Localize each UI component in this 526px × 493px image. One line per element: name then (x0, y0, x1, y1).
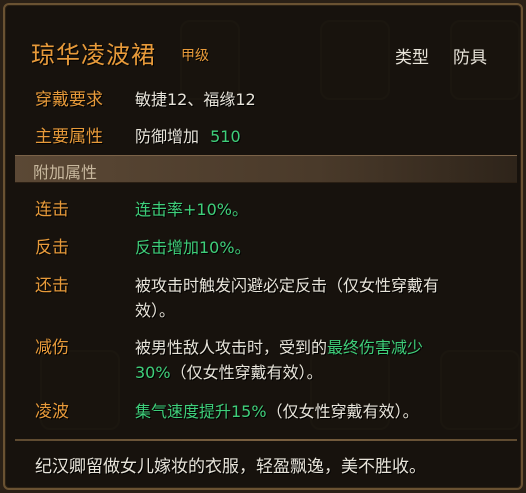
attr-label-lingbo: 凌波 (35, 402, 69, 422)
lingbo-note: （仅女性穿戴有效）。 (266, 402, 419, 421)
attr-label-counter: 反击 (35, 238, 69, 258)
attr-label-combo: 连击 (35, 200, 69, 220)
description-divider (15, 439, 517, 441)
damage-reduction-note: （仅女性穿戴有效）。 (170, 363, 323, 382)
damage-reduction-percent: 30% (135, 363, 171, 382)
attr-value-retaliate-line1: 被攻击时触发闪避必定反击（仅女性穿戴有 (135, 276, 440, 295)
main-attr-value: 510 (210, 127, 241, 146)
damage-reduction-text: 被男性敌人攻击时，受到的 (135, 338, 328, 357)
attr-label-retaliate: 还击 (35, 276, 69, 296)
main-attr-text: 防御增加 510 (135, 123, 241, 147)
attr-value-damage-reduction-line1: 被男性敌人攻击时，受到的最终伤害减少 (135, 334, 423, 358)
requirements-label: 穿戴要求 (35, 90, 103, 110)
item-type-label: 类型 (395, 48, 429, 68)
attr-value-combo: 连击率+10%。 (135, 200, 248, 219)
damage-reduction-highlight: 最终伤害减少 (327, 338, 424, 357)
attr-value-retaliate-line2: 效）。 (135, 301, 176, 320)
requirements-value: 敏捷12、福缘12 (135, 90, 256, 109)
main-attr-label: 主要属性 (35, 127, 103, 147)
extra-attrs-title: 附加属性 (33, 163, 98, 182)
lingbo-highlight: 集气速度提升15% (135, 402, 267, 421)
attr-value-counter: 反击增加10%。 (135, 238, 251, 257)
item-type-value: 防具 (453, 48, 487, 68)
attr-label-damage-reduction: 减伤 (35, 338, 69, 358)
item-name: 琼华凌波裙 (31, 41, 156, 69)
main-attr-name: 防御增加 (135, 127, 200, 146)
attr-value-damage-reduction-line2: 30%（仅女性穿戴有效）。 (135, 359, 323, 383)
item-description: 纪汉卿留做女儿嫁妆的衣服，轻盈飘逸，美不胜收。 (35, 457, 426, 477)
item-tooltip: 琼华凌波裙 甲级 类型 防具 穿戴要求 敏捷12、福缘12 主要属性 防御增加 … (3, 3, 523, 490)
attr-value-lingbo: 集气速度提升15%（仅女性穿戴有效）。 (135, 398, 419, 422)
item-grade: 甲级 (181, 48, 209, 64)
